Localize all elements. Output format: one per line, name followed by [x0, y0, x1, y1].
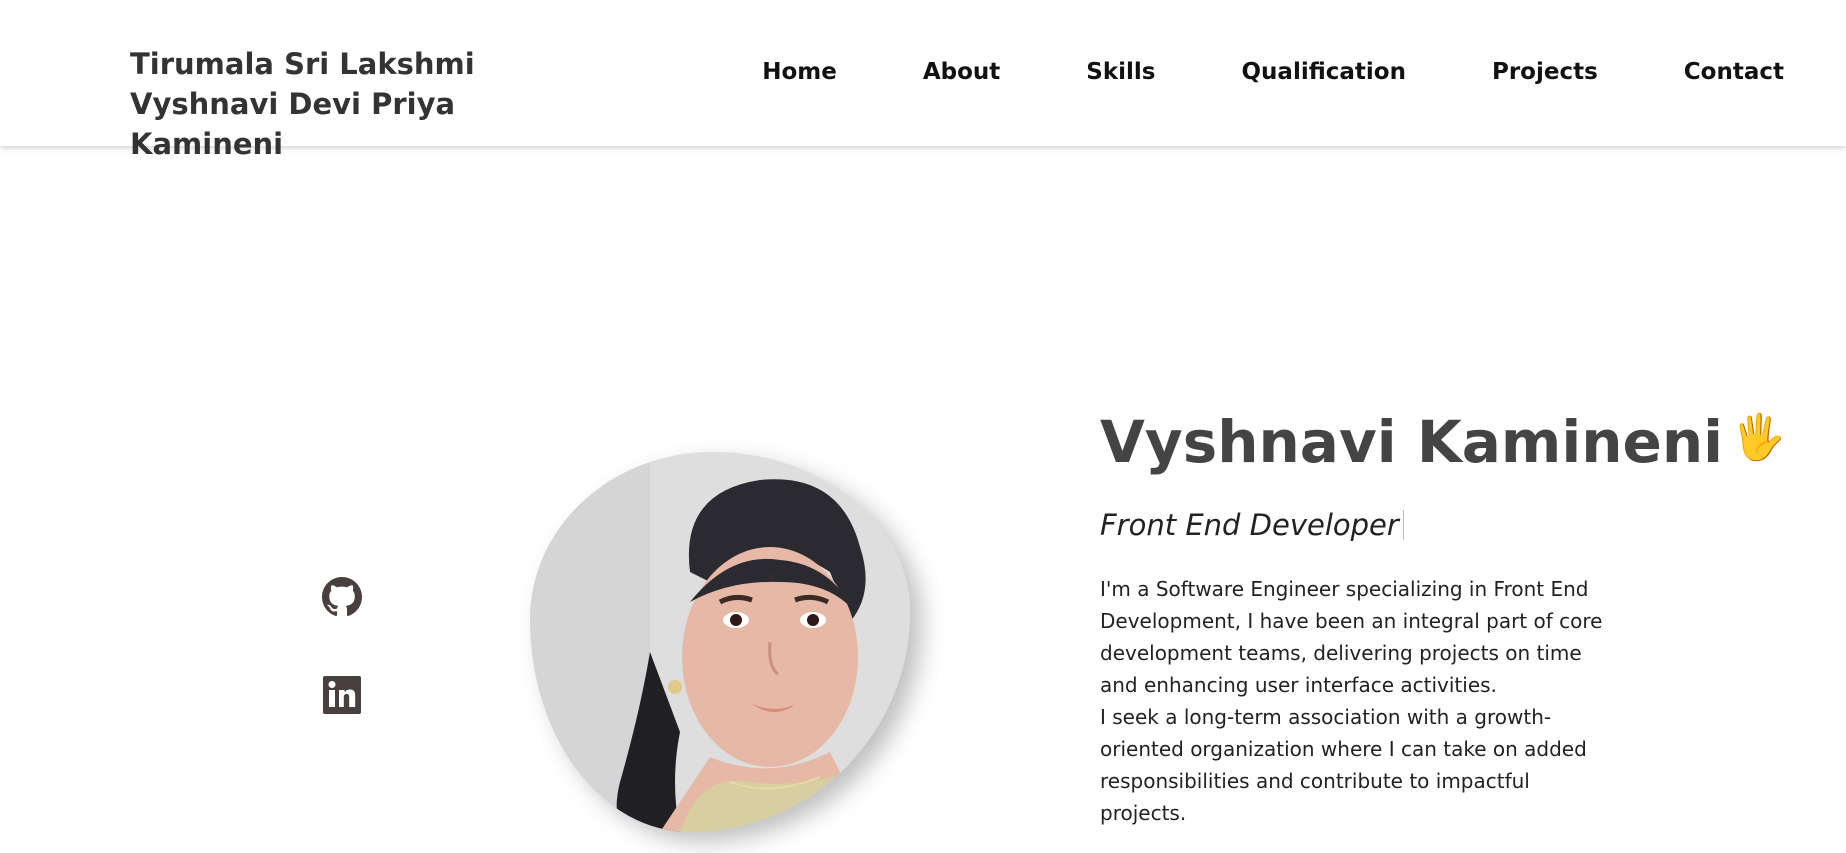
nav-about[interactable]: About [923, 56, 1000, 88]
github-icon [322, 577, 362, 617]
linkedin-icon [322, 675, 362, 715]
subtitle-text: Front End Developer [1100, 508, 1399, 542]
brand-name[interactable]: Tirumala Sri Lakshmi Vyshnavi Devi Priya… [130, 44, 600, 164]
hero-description: I'm a Software Engineer specializing in … [1100, 573, 1610, 829]
nav-projects[interactable]: Projects [1492, 56, 1598, 88]
hero-subtitle: Front End Developer [1100, 505, 1404, 545]
nav-skills[interactable]: Skills [1086, 56, 1155, 88]
nav-qualification[interactable]: Qualification [1242, 56, 1406, 88]
profile-photo [530, 452, 910, 832]
nav-home[interactable]: Home [762, 56, 837, 88]
linkedin-link[interactable] [322, 675, 362, 715]
github-link[interactable] [322, 577, 362, 617]
description-paragraph-2: I seek a long-term association with a gr… [1100, 705, 1587, 825]
typing-cursor [1402, 510, 1404, 540]
hero-name: Vyshnavi Kamineni 🖐 [1100, 400, 1786, 480]
nav-contact[interactable]: Contact [1684, 56, 1784, 88]
description-paragraph-1: I'm a Software Engineer specializing in … [1100, 577, 1603, 697]
waving-hand-icon: 🖐 [1731, 412, 1786, 463]
hero-name-text: Vyshnavi Kamineni [1100, 408, 1724, 476]
site-header: Tirumala Sri Lakshmi Vyshnavi Devi Priya… [0, 0, 1846, 161]
main-nav: Home About Skills Qualification Projects… [762, 56, 1784, 88]
